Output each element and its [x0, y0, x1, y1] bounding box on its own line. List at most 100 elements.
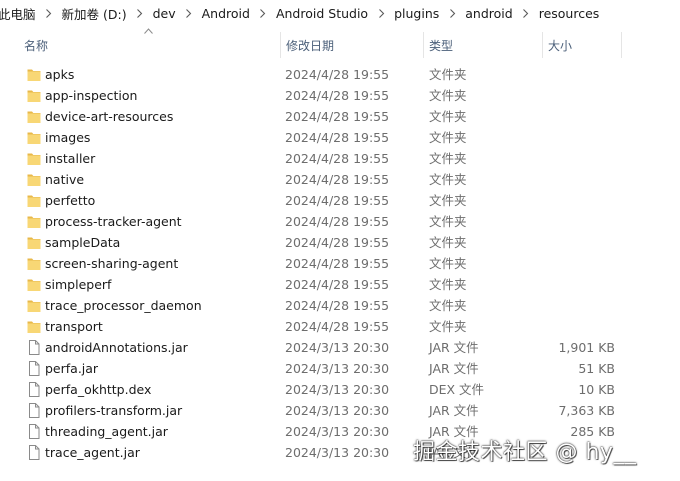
- breadcrumb-item[interactable]: dev: [149, 0, 180, 26]
- file-name: androidAnnotations.jar: [45, 340, 188, 355]
- list-item[interactable]: perfa_okhttp.dex 2024/3/13 20:30 DEX 文件 10 …: [0, 379, 680, 400]
- list-item[interactable]: app-inspection 2024/4/28 19:55 文件夹: [0, 85, 680, 106]
- list-item[interactable]: simpleperf 2024/4/28 19:55 文件夹: [0, 274, 680, 295]
- file-date: 2024/4/28 19:55: [285, 214, 390, 229]
- list-item[interactable]: perfa.jar 2024/3/13 20:30 JAR 文件 51 KB: [0, 358, 680, 379]
- chevron-right-icon[interactable]: [131, 0, 149, 26]
- folder-icon: [27, 151, 41, 166]
- file-name: perfa_okhttp.dex: [45, 382, 152, 397]
- column-header-name[interactable]: 名称: [19, 32, 277, 58]
- breadcrumb-label: dev: [152, 5, 176, 21]
- column-header-size[interactable]: 大小: [542, 32, 622, 58]
- file-name: sampleData: [45, 235, 121, 250]
- breadcrumb-item[interactable]: Android Studio: [272, 0, 372, 26]
- breadcrumb-label: Android Studio: [275, 5, 369, 21]
- address-bar[interactable]: 此电脑 新加卷 (D:) dev Android Android Studio plugi…: [0, 0, 680, 26]
- file-name: transport: [45, 319, 103, 334]
- file-size: 10 KB: [578, 382, 615, 397]
- chevron-right-icon[interactable]: [40, 0, 58, 26]
- list-item[interactable]: sampleData 2024/4/28 19:55 文件夹: [0, 232, 680, 253]
- file-date: 2024/3/13 20:30: [285, 361, 390, 376]
- file-type: 文件夹: [429, 172, 467, 187]
- chevron-right-icon[interactable]: [180, 0, 198, 26]
- file-size: 51 KB: [578, 361, 615, 376]
- list-item[interactable]: installer 2024/4/28 19:55 文件夹: [0, 148, 680, 169]
- folder-icon: [27, 277, 41, 292]
- file-date: 2024/4/28 19:55: [285, 67, 390, 82]
- breadcrumb-item[interactable]: android: [461, 0, 516, 26]
- file-size: [540, 64, 615, 85]
- folder-icon: [27, 109, 41, 124]
- file-date: 2024/4/28 19:55: [285, 130, 390, 145]
- breadcrumb-item[interactable]: Android: [198, 0, 254, 26]
- folder-icon: [27, 172, 41, 187]
- file-date: 2024/4/28 19:55: [285, 256, 390, 271]
- column-header-date[interactable]: 修改日期: [280, 32, 421, 58]
- chevron-right-icon[interactable]: [254, 0, 272, 26]
- breadcrumb-item[interactable]: 新加卷 (D:): [58, 0, 131, 26]
- list-item[interactable]: device-art-resources 2024/4/28 19:55 文件夹: [0, 106, 680, 127]
- file-icon: [27, 361, 41, 376]
- breadcrumb-item[interactable]: resources: [535, 0, 604, 26]
- file-name: images: [45, 130, 91, 145]
- file-name: profilers-transform.jar: [45, 403, 183, 418]
- list-item[interactable]: apks 2024/4/28 19:55 文件夹: [0, 64, 680, 85]
- file-type: 文件夹: [429, 193, 467, 208]
- file-date: 2024/3/13 20:30: [285, 424, 390, 439]
- file-date: 2024/4/28 19:55: [285, 319, 390, 334]
- file-size: [540, 85, 615, 106]
- file-type: JAR 文件: [429, 403, 479, 418]
- file-icon: [27, 424, 41, 439]
- watermark: 掘金技术社区 @ hy__: [413, 440, 637, 465]
- folder-icon: [27, 193, 41, 208]
- file-name: native: [45, 172, 85, 187]
- breadcrumb-label: resources: [538, 5, 600, 21]
- chevron-right-icon[interactable]: [443, 0, 461, 26]
- file-type: 文件夹: [429, 319, 467, 334]
- file-size: 7,363 KB: [558, 403, 615, 418]
- file-type: 文件夹: [429, 277, 467, 292]
- file-name: device-art-resources: [45, 109, 174, 124]
- list-item[interactable]: perfetto 2024/4/28 19:55 文件夹: [0, 190, 680, 211]
- file-date: 2024/3/13 20:30: [285, 382, 390, 397]
- file-date: 2024/3/13 20:30: [285, 403, 390, 418]
- chevron-right-icon[interactable]: [372, 0, 390, 26]
- file-date: 2024/3/13 20:30: [285, 445, 390, 460]
- breadcrumb-item[interactable]: 此电脑: [0, 0, 40, 26]
- file-name: apks: [45, 67, 75, 82]
- file-size: [540, 295, 615, 316]
- file-name: trace_agent.jar: [45, 445, 140, 460]
- file-size: 1,901 KB: [558, 340, 615, 355]
- file-type: JAR 文件: [429, 361, 479, 376]
- file-type: 文件夹: [429, 298, 467, 313]
- file-size: [540, 211, 615, 232]
- list-item[interactable]: profilers-transform.jar 2024/3/13 20:30 JA…: [0, 400, 680, 421]
- file-date: 2024/4/28 19:55: [285, 88, 390, 103]
- folder-icon: [27, 67, 41, 82]
- file-size: [540, 127, 615, 148]
- list-item[interactable]: screen-sharing-agent 2024/4/28 19:55 文件夹: [0, 253, 680, 274]
- list-item[interactable]: transport 2024/4/28 19:55 文件夹: [0, 316, 680, 337]
- file-size: [540, 253, 615, 274]
- list-item[interactable]: native 2024/4/28 19:55 文件夹: [0, 169, 680, 190]
- folder-icon: [27, 235, 41, 250]
- list-item[interactable]: androidAnnotations.jar 2024/3/13 20:30 JAR…: [0, 337, 680, 358]
- file-name: simpleperf: [45, 277, 112, 292]
- file-date: 2024/4/28 19:55: [285, 172, 390, 187]
- list-item[interactable]: trace_processor_daemon 2024/4/28 19:55 文件夹: [0, 295, 680, 316]
- breadcrumb-item[interactable]: plugins: [390, 0, 443, 26]
- breadcrumb-label: Android: [201, 5, 250, 21]
- folder-icon: [27, 214, 41, 229]
- column-header-type[interactable]: 类型: [423, 32, 541, 58]
- file-name: trace_processor_daemon: [45, 298, 202, 313]
- file-type: 文件夹: [429, 214, 467, 229]
- sort-ascending-icon: [144, 28, 153, 34]
- list-item[interactable]: images 2024/4/28 19:55 文件夹: [0, 127, 680, 148]
- file-name: screen-sharing-agent: [45, 256, 179, 271]
- list-item[interactable]: process-tracker-agent 2024/4/28 19:55 文件夹: [0, 211, 680, 232]
- chevron-right-icon[interactable]: [517, 0, 535, 26]
- file-name: perfetto: [45, 193, 96, 208]
- file-list: apks 2024/4/28 19:55 文件夹 app-inspection 2024…: [0, 64, 680, 463]
- file-date: 2024/4/28 19:55: [285, 109, 390, 124]
- file-icon: [27, 403, 41, 418]
